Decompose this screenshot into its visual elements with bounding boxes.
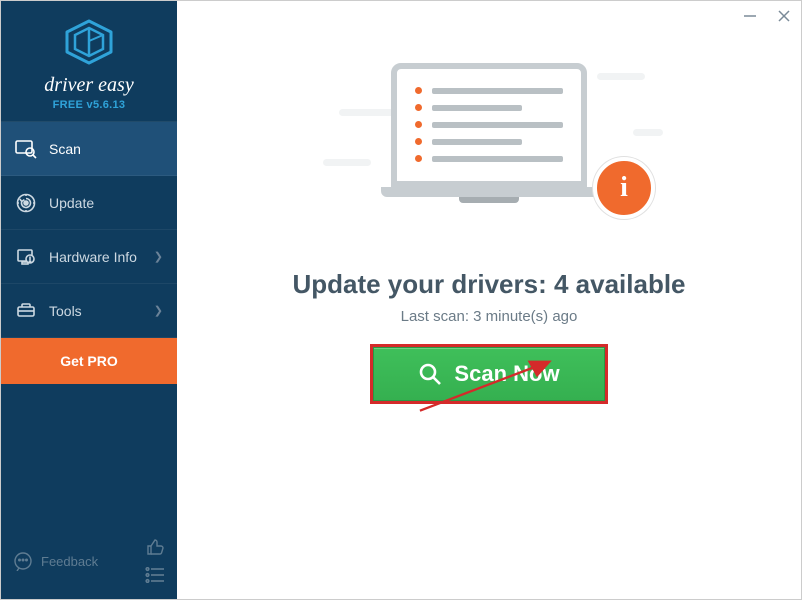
search-icon [418,362,442,386]
feedback-label: Feedback [41,554,98,569]
sidebar-item-scan[interactable]: Scan [1,122,177,176]
scan-icon [15,138,37,160]
sidebar-item-label: Hardware Info [49,249,154,265]
last-scan-label: Last scan: 3 minute(s) ago [401,308,578,325]
sidebar-item-hardware[interactable]: Hardware Info ❯ [1,230,177,284]
window-controls [741,7,793,25]
sidebar-item-label: Tools [49,303,154,319]
headline-prefix: Update your drivers: [292,269,554,299]
feedback-button[interactable]: Feedback [13,551,98,571]
main-panel: i Update your drivers: 4 available Last … [177,1,801,599]
brand-logo-icon [63,19,115,70]
hardware-icon [15,246,37,268]
minimize-button[interactable] [741,7,759,25]
tools-icon [15,300,37,322]
thumbs-up-icon[interactable] [145,537,165,557]
scan-illustration: i [329,63,649,243]
scan-now-button[interactable]: Scan Now [373,347,605,401]
feedback-icon [13,551,33,571]
sidebar-item-update[interactable]: Update [1,176,177,230]
update-icon [15,192,37,214]
sidebar-bottom: Feedback [1,527,177,599]
brand-name: driver easy [1,74,177,97]
scan-button-label: Scan Now [454,361,559,387]
headline: Update your drivers: 4 available [292,269,685,300]
menu-icon[interactable] [145,565,165,585]
sidebar-item-tools[interactable]: Tools ❯ [1,284,177,338]
chevron-right-icon: ❯ [154,304,163,317]
close-button[interactable] [775,7,793,25]
content-area: i Update your drivers: 4 available Last … [177,1,801,401]
sidebar-item-label: Update [49,195,163,211]
app-window: driver easy FREE v5.6.13 Scan [1,1,801,599]
get-pro-button[interactable]: Get PRO [1,338,177,384]
logo-area: driver easy FREE v5.6.13 [1,1,177,122]
sidebar: driver easy FREE v5.6.13 Scan [1,1,177,599]
brand-edition: FREE v5.6.13 [1,99,177,111]
chevron-right-icon: ❯ [154,250,163,263]
sidebar-spacer [1,384,177,527]
sidebar-right-icons [145,537,165,585]
headline-count: 4 available [554,269,686,299]
info-badge-icon: i [593,157,655,219]
laptop-icon [381,63,597,203]
sidebar-nav: Scan Update [1,122,177,338]
sidebar-item-label: Scan [49,141,163,157]
